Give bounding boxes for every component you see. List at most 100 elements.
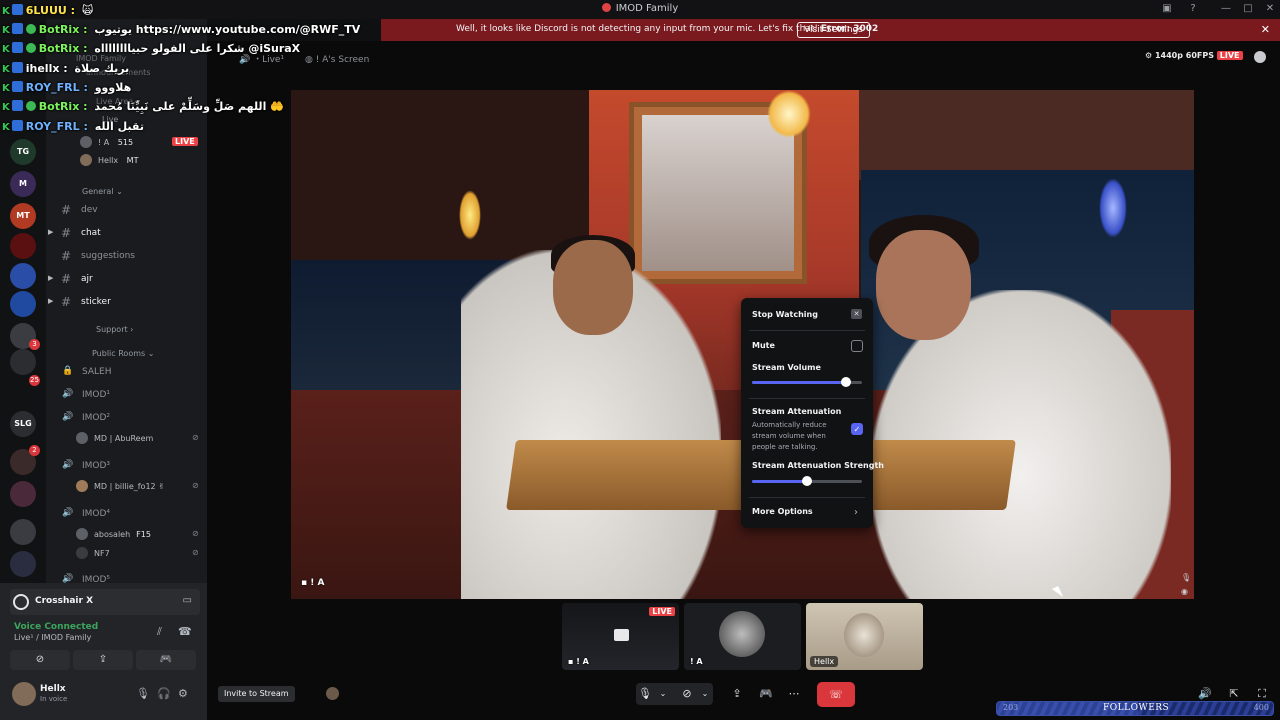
server-icon[interactable] bbox=[10, 349, 36, 375]
chevron-down-icon[interactable]: ⌄ bbox=[699, 685, 711, 703]
server-icon[interactable] bbox=[10, 481, 36, 507]
server-icon[interactable] bbox=[10, 263, 36, 289]
chat-username: BotRix : bbox=[38, 100, 88, 113]
server-icon[interactable]: MT bbox=[10, 203, 36, 229]
share-screen-button[interactable]: ⇪ bbox=[73, 650, 133, 670]
chevron-right-icon: › bbox=[854, 507, 858, 518]
speaker-icon: 🔊 bbox=[62, 460, 74, 470]
avatar bbox=[80, 154, 92, 166]
inbox-icon[interactable]: ▣ bbox=[1161, 3, 1173, 15]
participant-tile[interactable]: Hellx bbox=[806, 603, 923, 670]
chat-text: 🙀 bbox=[78, 4, 94, 17]
server-icon[interactable]: M bbox=[10, 171, 36, 197]
attenuation-strength-handle[interactable] bbox=[802, 476, 812, 486]
voice-connected-status[interactable]: Voice Connected bbox=[14, 622, 98, 632]
hash-icon: # bbox=[61, 295, 72, 309]
camera-button[interactable]: ⊘ bbox=[10, 650, 70, 670]
mute-checkbox[interactable] bbox=[851, 340, 863, 352]
end-call-button[interactable]: ☏ bbox=[817, 682, 855, 707]
support-category[interactable]: Support › bbox=[96, 325, 133, 334]
mute-item[interactable]: Mute bbox=[752, 341, 775, 350]
avatar bbox=[76, 547, 88, 559]
activities-icon[interactable]: 🎮 bbox=[757, 685, 775, 703]
share-screen-icon[interactable]: ⇪ bbox=[728, 685, 746, 703]
chat-username: BotRix : bbox=[38, 42, 88, 55]
microphone-icon[interactable]: 🎙 bbox=[136, 687, 150, 700]
invite-to-stream-button[interactable]: Invite to Stream bbox=[218, 686, 295, 702]
bot-icon bbox=[25, 101, 36, 111]
participant-tile[interactable]: ! A bbox=[684, 603, 801, 670]
stop-watching-icon[interactable]: ✕ bbox=[851, 309, 862, 319]
voice-channel-imod3[interactable]: 🔊 IMOD³ bbox=[46, 457, 207, 475]
microphone-icon[interactable]: 🎙 bbox=[638, 685, 652, 703]
crosshair-x-activity[interactable]: Crosshair X ▭ bbox=[10, 589, 200, 615]
help-icon[interactable]: ? bbox=[1187, 3, 1199, 15]
voice-channel-imod4[interactable]: 🔊 IMOD⁴ bbox=[46, 505, 207, 523]
voice-channel-imod1[interactable]: 🔊 IMOD¹ bbox=[46, 386, 207, 404]
stream-volume-handle[interactable] bbox=[840, 377, 851, 387]
server-icon[interactable] bbox=[10, 291, 36, 317]
channel-saleh[interactable]: 🔒 SALEH bbox=[46, 363, 207, 381]
app-logo-icon bbox=[601, 3, 611, 12]
public-rooms-category[interactable]: Public Rooms ⌄ bbox=[92, 349, 154, 358]
stream-volume-slider[interactable] bbox=[752, 377, 862, 387]
voice-channel-path[interactable]: Live¹ / IMOD Family bbox=[14, 633, 91, 642]
user-status: In voice bbox=[40, 695, 68, 703]
server-icon[interactable]: TG bbox=[10, 139, 36, 165]
more-options-item[interactable]: More Options bbox=[752, 507, 813, 516]
activities-button[interactable]: 🎮 bbox=[136, 650, 196, 670]
live-member[interactable]: Hellx MT bbox=[80, 154, 138, 170]
voice-member[interactable]: MD | AbuReem ⊘ bbox=[76, 432, 199, 448]
live-badge: LIVE bbox=[649, 607, 675, 616]
maximize-icon[interactable]: □ bbox=[1242, 3, 1254, 15]
channel-chat[interactable]: ▶ # chat bbox=[46, 223, 207, 243]
server-icon[interactable] bbox=[10, 519, 36, 545]
noise-suppression-icon[interactable]: ⫽ bbox=[157, 625, 162, 639]
channel-suggestions[interactable]: # suggestions bbox=[46, 246, 207, 266]
title-bar: IMOD Family ▣ ? — □ ✕ bbox=[0, 0, 1280, 19]
banner-message: Well, it looks like Discord is not detec… bbox=[456, 24, 818, 34]
avatar bbox=[719, 611, 765, 657]
stream-attenuation-label[interactable]: Stream Attenuation bbox=[752, 407, 841, 416]
headphones-icon[interactable]: 🎧 bbox=[157, 687, 171, 700]
overlay-chat-message: K BotRix : اللهم صَلِّ وسَلِّمْ على نَبِي… bbox=[2, 100, 284, 119]
visit-settings-button[interactable]: Visit Settings bbox=[797, 22, 870, 38]
channel-ajr[interactable]: ▶ # ajr bbox=[46, 269, 207, 289]
stream-owner: ! A's Screen bbox=[315, 55, 370, 65]
stream-attenuation-checkbox[interactable]: ✓ bbox=[851, 423, 863, 435]
live-badge: LIVE bbox=[1216, 51, 1243, 60]
channel-sticker[interactable]: ▶ # sticker bbox=[46, 292, 207, 312]
kick-icon: K bbox=[2, 102, 10, 113]
voice-channel-imod2[interactable]: 🔊 IMOD² bbox=[46, 409, 207, 427]
general-category[interactable]: General ⌄ bbox=[82, 187, 123, 196]
viewer-avatar[interactable] bbox=[1254, 51, 1266, 63]
mic-indicator-icon: 🎙 bbox=[1181, 573, 1192, 582]
close-window-icon[interactable]: ✕ bbox=[1264, 3, 1276, 15]
lock-icon: 🔒 bbox=[62, 366, 74, 376]
video-owner-label: ▪ ! A bbox=[301, 578, 325, 588]
stop-watching-item[interactable]: Stop Watching bbox=[752, 310, 818, 319]
window-title: IMOD Family bbox=[0, 3, 1280, 14]
server-icon[interactable]: SLG bbox=[10, 411, 36, 437]
overlay-chat-message: Kihellx : بريك صلاة bbox=[2, 62, 129, 81]
voice-member[interactable]: NF7 ⊘ bbox=[76, 547, 199, 563]
disconnect-icon[interactable]: ☎ bbox=[178, 625, 192, 638]
camera-off-icon[interactable]: ⊘ bbox=[680, 685, 694, 703]
screen-share-icon[interactable]: ▭ bbox=[183, 595, 192, 606]
server-icon[interactable] bbox=[10, 551, 36, 577]
attenuation-strength-slider[interactable] bbox=[752, 476, 862, 486]
server-icon[interactable] bbox=[10, 233, 36, 259]
stream-thumbnail[interactable]: LIVE ▪ ! A bbox=[562, 603, 679, 670]
more-options-icon[interactable]: ⋯ bbox=[785, 685, 803, 703]
minimize-icon[interactable]: — bbox=[1220, 3, 1232, 15]
voice-member[interactable]: MD | billie_fo12 ✌ ⊘ bbox=[76, 480, 199, 496]
avatar[interactable] bbox=[326, 687, 339, 700]
deafened-icon: ⊘ bbox=[192, 433, 199, 442]
channel-dev[interactable]: # dev bbox=[46, 200, 207, 220]
voice-member[interactable]: abosaleh F15 ⊘ bbox=[76, 528, 199, 544]
settings-gear-icon[interactable]: ⚙ bbox=[178, 687, 188, 700]
avatar bbox=[76, 528, 88, 540]
avatar[interactable] bbox=[12, 682, 36, 706]
chevron-down-icon[interactable]: ⌄ bbox=[657, 685, 669, 703]
close-banner-icon[interactable]: ✕ bbox=[1261, 23, 1270, 36]
